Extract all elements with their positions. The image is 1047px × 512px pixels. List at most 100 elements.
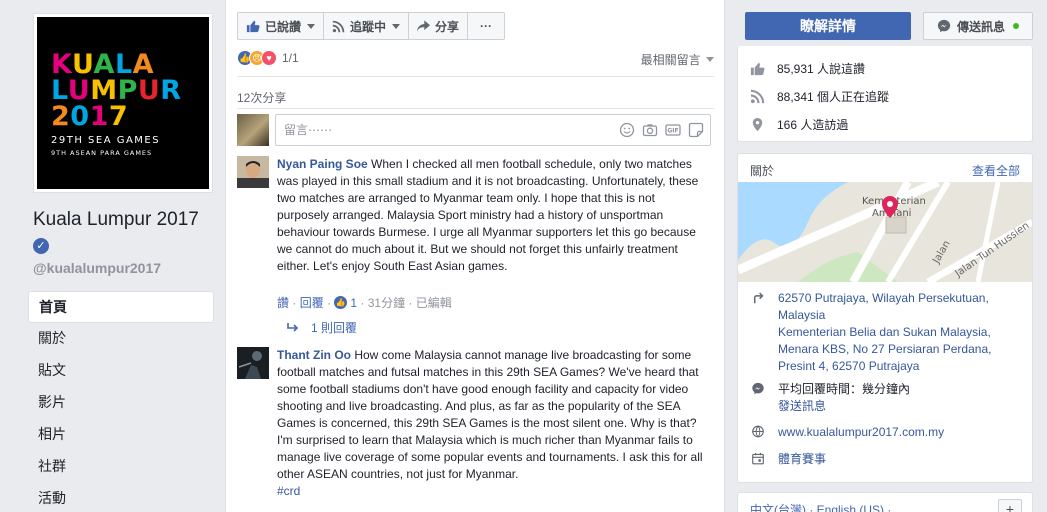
nav-item-home[interactable]: 首頁 [28, 291, 214, 323]
comment-input[interactable]: 留言⋯⋯ GIF [275, 114, 711, 146]
separator: · [357, 295, 368, 310]
separator: · [323, 295, 335, 310]
address-row: 62570 Putrajaya, Wilayah Persekutuan, Ma… [750, 290, 1026, 375]
nav-item-community[interactable]: 社群 [28, 451, 214, 483]
more-dots-icon: ··· [480, 19, 493, 33]
language-card: 中文(台灣) · English (US) · + [737, 492, 1033, 512]
love-reaction-icon: ♥ [261, 50, 277, 66]
send-message-button[interactable]: 傳送訊息 [923, 12, 1033, 40]
online-status-dot [1013, 23, 1019, 29]
share-count-link[interactable]: 12次分享 [237, 89, 286, 106]
chevron-down-icon [307, 23, 316, 29]
page-followers-stat[interactable]: 88,341 個人正在追蹤 [750, 88, 889, 105]
comment-like-count[interactable]: 1 [350, 296, 357, 310]
comment-timestamp[interactable]: 31分鐘 [368, 294, 405, 311]
commenter-name-link[interactable]: Nyan Paing Soe [277, 157, 368, 171]
logo-year: 2017 [51, 101, 129, 132]
rss-icon [750, 89, 765, 104]
comment-sort-dropdown[interactable]: 最相關留言 [641, 51, 714, 68]
following-button-label: 追蹤中 [350, 19, 387, 34]
like-reaction-icon: 👍 [334, 296, 348, 309]
website-link[interactable]: www.kualalumpur2017.com.my [778, 424, 944, 441]
post-column: 已說讚 追蹤中 分享 ··· 👍 😠 ♥ 1/1 最相關留言 12次分享 留言⋯… [225, 0, 725, 512]
separator: · [405, 295, 416, 310]
page-likes-stat[interactable]: 85,931 人說這讚 [750, 60, 865, 77]
chevron-down-icon [392, 23, 401, 29]
category-link[interactable]: 體育賽事 [778, 451, 826, 468]
hashtag-link[interactable]: #crd [277, 484, 300, 498]
left-column: KUALA LUMPUR 2017 29TH SEA GAMES 9TH ASE… [0, 0, 225, 512]
separator: · [289, 295, 300, 310]
category-row: 體育賽事 [750, 451, 1026, 468]
response-time-label: 平均回覆時間：幾分鐘內 [778, 382, 911, 396]
comment-like-link[interactable]: 讚 [277, 294, 289, 311]
commenter-avatar[interactable] [237, 347, 269, 379]
add-language-button[interactable]: + [998, 499, 1022, 512]
globe-icon [752, 425, 764, 438]
nav-item-photos[interactable]: 相片 [28, 419, 214, 451]
liked-button-label: 已說讚 [265, 19, 302, 34]
chevron-down-icon [706, 57, 714, 62]
location-map[interactable]: Kementerian Am Tani Jalan Jalan Tun Huss… [738, 182, 1032, 282]
address-line-1[interactable]: 62570 Putrajaya, Wilayah Persekutuan, [778, 290, 1026, 307]
see-all-link[interactable]: 查看全部 [972, 162, 1020, 179]
website-row: www.kualalumpur2017.com.my [750, 424, 1026, 441]
commenter-name-link[interactable]: Thant Zin Oo [277, 348, 351, 362]
about-card: 關於 查看全部 Kementerian Am Tani Jalan Jalan … [737, 153, 1033, 483]
more-options-button[interactable]: ··· [467, 12, 506, 40]
comment-text: Nyan Paing Soe When I checked all men fo… [277, 156, 707, 275]
share-arrow-icon [417, 20, 431, 32]
page-likes-label: 85,931 人說這讚 [777, 62, 866, 76]
user-avatar [237, 114, 269, 146]
emoji-icon[interactable] [619, 122, 635, 138]
camera-icon[interactable] [642, 122, 658, 138]
page-title[interactable]: Kuala Lumpur 2017 ✓ [33, 207, 213, 257]
following-button[interactable]: 追蹤中 [323, 12, 410, 40]
kl2017-logo: KUALA LUMPUR 2017 29TH SEA GAMES 9TH ASE… [37, 17, 209, 189]
commenter-avatar[interactable] [237, 156, 269, 188]
page-title-text[interactable]: Kuala Lumpur 2017 [33, 209, 199, 230]
verified-badge-icon: ✓ [33, 238, 49, 254]
stats-card: 85,931 人說這讚 88,341 個人正在追蹤 166 人造訪過 [737, 46, 1033, 142]
divider [237, 76, 714, 77]
comment-composer: 留言⋯⋯ GIF [237, 114, 711, 146]
gif-icon[interactable]: GIF [665, 122, 681, 138]
language-links[interactable]: 中文(台灣) · English (US) · [750, 501, 891, 512]
view-replies-label: 1 則回覆 [311, 321, 358, 335]
directions-arrow-icon [754, 292, 764, 304]
nav-item-about[interactable]: 關於 [28, 323, 214, 355]
share-button[interactable]: 分享 [408, 12, 469, 40]
send-message-label: 傳送訊息 [956, 19, 1005, 34]
comment-item: Thant Zin Oo How come Malaysia cannot ma… [237, 347, 711, 512]
response-time-row: 平均回覆時間：幾分鐘內 發送訊息 [750, 381, 1026, 415]
learn-more-button[interactable]: 瞭解詳情 [745, 12, 911, 40]
liked-button[interactable]: 已說讚 [237, 12, 325, 40]
thumbs-up-icon [750, 62, 765, 76]
address-line-2[interactable]: Malaysia [778, 307, 1026, 324]
reply-arrow-icon [287, 322, 299, 332]
messenger-icon [752, 382, 764, 395]
view-replies-link[interactable]: 1 則回覆 [287, 319, 357, 336]
profile-picture[interactable]: KUALA LUMPUR 2017 29TH SEA GAMES 9TH ASE… [33, 13, 213, 193]
sticker-icon[interactable] [688, 122, 704, 138]
reaction-count: 1/1 [282, 51, 299, 65]
comment-text-body: When I checked all men football schedule… [277, 157, 699, 273]
reaction-summary[interactable]: 👍 😠 ♥ 1/1 [237, 50, 299, 66]
nav-item-posts[interactable]: 貼文 [28, 355, 214, 387]
comment-text-body: How come Malaysia cannot manage live bro… [277, 348, 703, 481]
svg-text:GIF: GIF [667, 128, 678, 135]
nav-item-videos[interactable]: 影片 [28, 387, 214, 419]
calendar-icon [752, 452, 764, 465]
nav-item-events[interactable]: 活動 [28, 483, 214, 512]
comment-reply-link[interactable]: 回覆 [300, 294, 324, 311]
comment-edited-label[interactable]: 已編輯 [416, 294, 452, 311]
logo-subtitle-para-games: 9TH ASEAN PARA GAMES [51, 149, 153, 157]
comment-item: Nyan Paing Soe When I checked all men fo… [237, 156, 711, 336]
logo-subtitle-sea-games: 29TH SEA GAMES [51, 135, 161, 146]
page-handle[interactable]: @kualalumpur2017 [33, 260, 161, 276]
page-checkins-stat[interactable]: 166 人造訪過 [750, 116, 848, 133]
send-message-link[interactable]: 發送訊息 [778, 398, 910, 415]
address-detail[interactable]: Kementerian Belia dan Sukan Malaysia, Me… [778, 324, 1026, 375]
share-button-label: 分享 [435, 19, 460, 34]
map-graphic: Kementerian Am Tani Jalan Jalan Tun Huss… [738, 182, 1032, 282]
